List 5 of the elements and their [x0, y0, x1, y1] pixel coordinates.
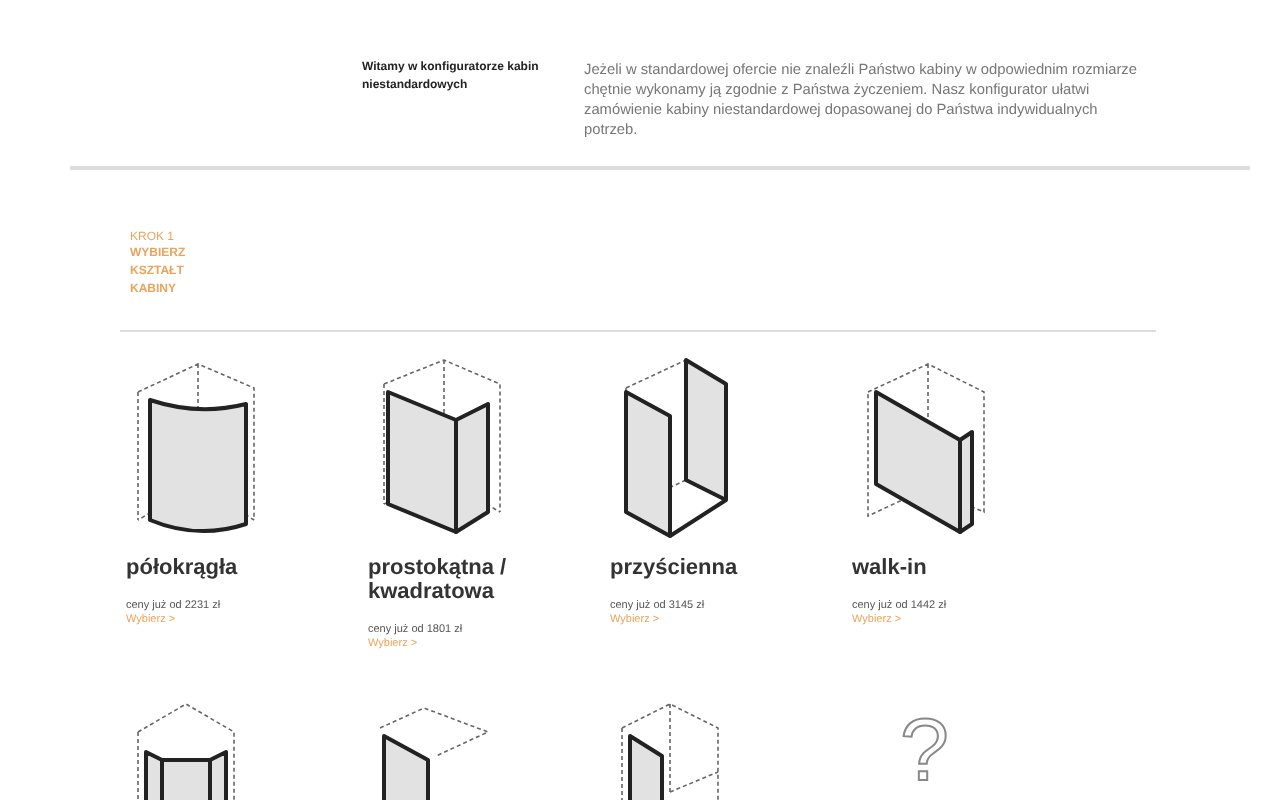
shape-title: prostokątna / kwadratowa: [368, 556, 509, 604]
shape-title: walk-in: [852, 556, 929, 580]
question-mark: ?: [900, 708, 949, 800]
shape-title: półokrągła: [126, 556, 240, 580]
shape-title: przyścienna: [610, 556, 740, 580]
